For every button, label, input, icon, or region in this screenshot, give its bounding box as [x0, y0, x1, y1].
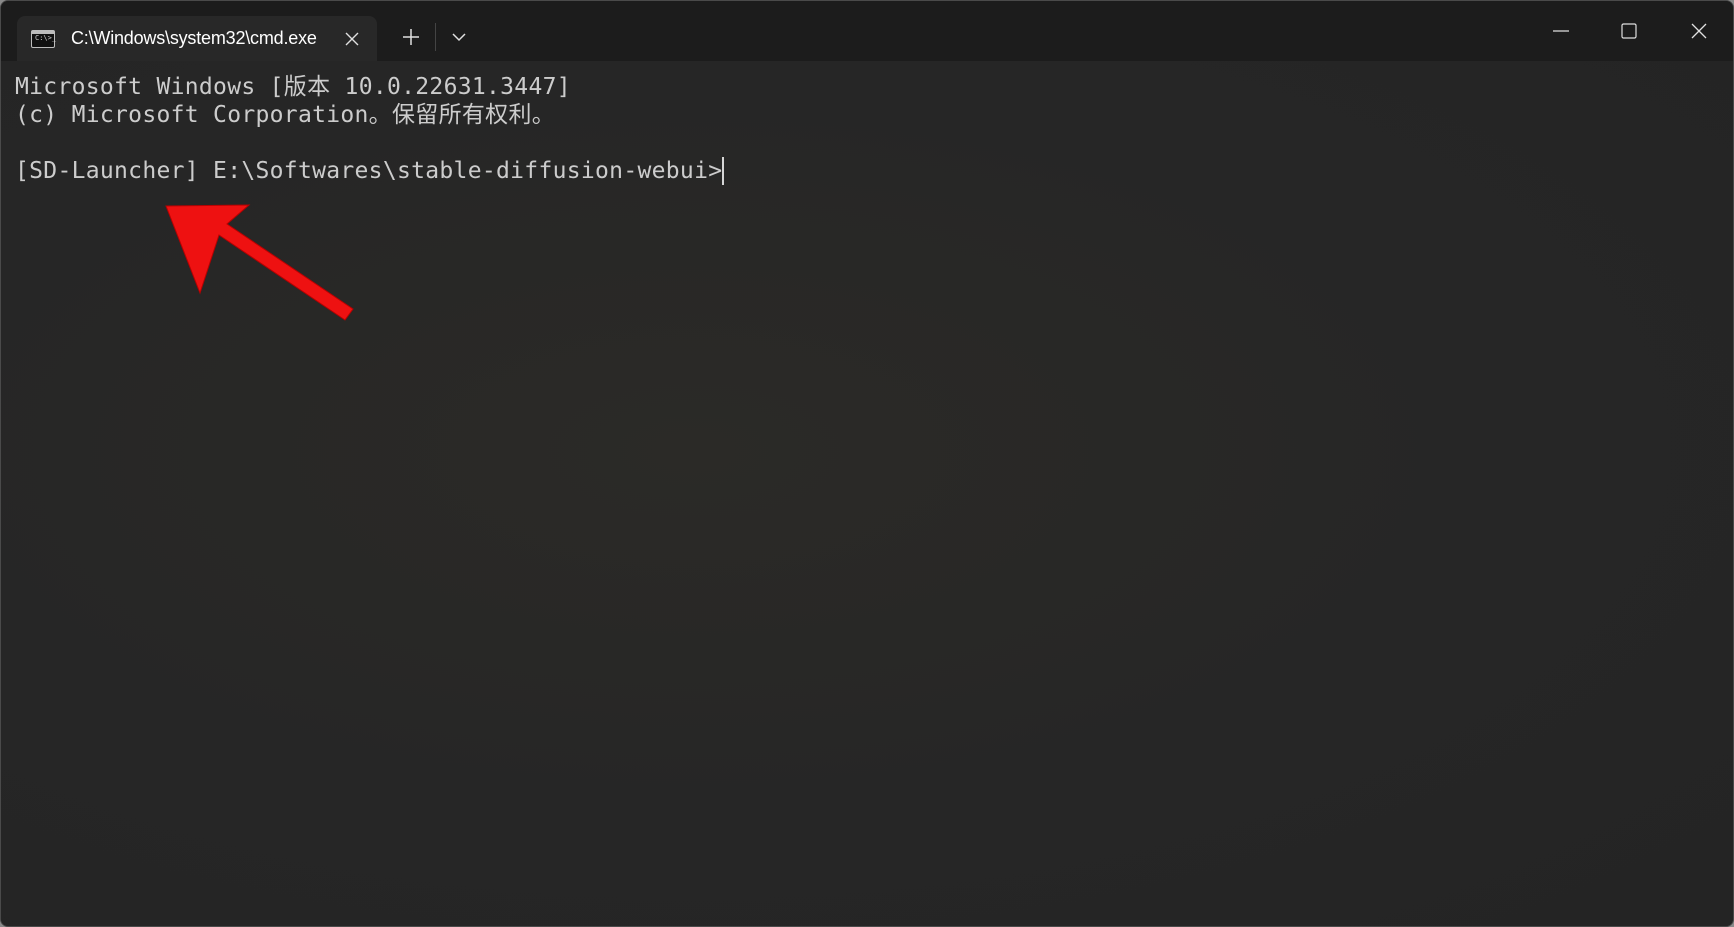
plus-icon — [403, 29, 419, 45]
maximize-icon — [1621, 23, 1637, 39]
text-cursor — [722, 157, 725, 185]
chevron-down-icon — [452, 33, 466, 42]
minimize-icon — [1553, 30, 1569, 32]
close-icon — [1691, 23, 1707, 39]
tab-separator — [435, 23, 436, 51]
terminal-prompt-line[interactable]: [SD-Launcher] E:\Softwares\stable-diffus… — [15, 157, 725, 185]
cmd-icon: C:\>_ — [31, 29, 56, 48]
maximize-button[interactable] — [1599, 9, 1659, 53]
prompt-text: [SD-Launcher] E:\Softwares\stable-diffus… — [15, 158, 723, 184]
tab-close-button[interactable] — [342, 29, 362, 49]
terminal-window: C:\>_ C:\Windows\system32\cmd.exe Micros… — [0, 0, 1734, 927]
new-tab-button[interactable] — [393, 21, 429, 53]
close-icon — [345, 32, 359, 45]
minimize-button[interactable] — [1531, 9, 1591, 53]
close-window-button[interactable] — [1669, 9, 1729, 53]
tab-cmd[interactable]: C:\>_ C:\Windows\system32\cmd.exe — [17, 16, 377, 61]
annotation-arrow-icon — [165, 204, 354, 321]
terminal-output[interactable]: Microsoft Windows [版本 10.0.22631.3447] (… — [1, 61, 1733, 926]
terminal-line-version: Microsoft Windows [版本 10.0.22631.3447] — [15, 74, 571, 100]
tab-dropdown-button[interactable] — [441, 21, 477, 53]
terminal-line-copyright: (c) Microsoft Corporation。保留所有权利。 — [15, 102, 556, 128]
tab-title: C:\Windows\system32\cmd.exe — [71, 28, 317, 48]
title-bar[interactable]: C:\>_ C:\Windows\system32\cmd.exe — [1, 1, 1733, 61]
